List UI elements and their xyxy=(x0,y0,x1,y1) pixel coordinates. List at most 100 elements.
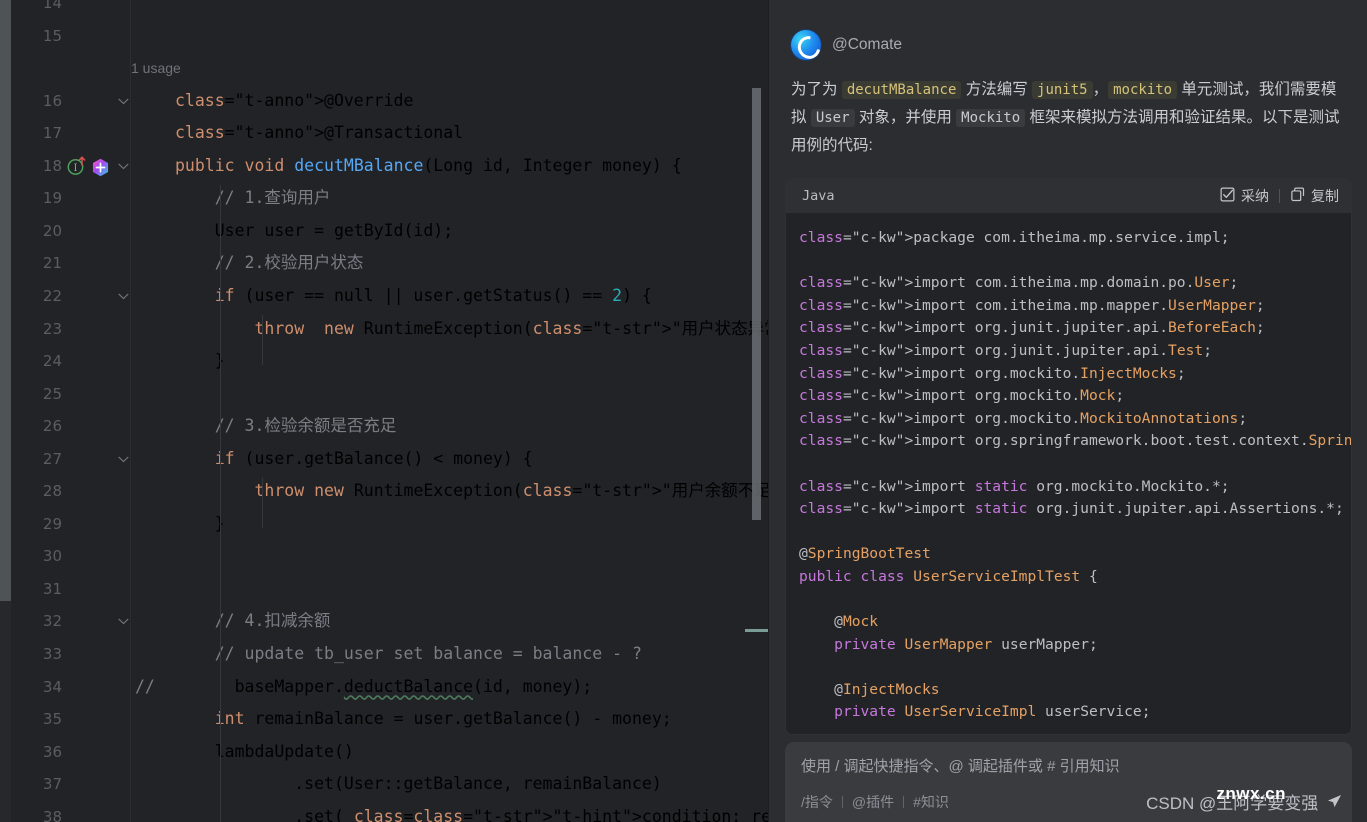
gutter-line-21[interactable]: 21 xyxy=(11,247,130,280)
gutter-line-35[interactable]: 35 xyxy=(11,703,130,736)
chip-plugin[interactable]: @插件 xyxy=(852,792,894,812)
code-line-22[interactable]: if (user == null || user.getStatus() == … xyxy=(175,280,652,313)
assistant-code-line: private UserServiceImpl userService; xyxy=(834,703,1151,721)
editor-code-area[interactable]: 1 usage class="t-anno">@Override class="t-… xyxy=(131,0,768,822)
fold-chevron-icon[interactable] xyxy=(115,605,131,638)
code-line-18[interactable]: public void decutMBalance(Long id, Integ… xyxy=(175,150,682,183)
gutter-line-17[interactable]: 17 xyxy=(11,117,130,150)
chip-command[interactable]: /指令 xyxy=(801,792,833,812)
svg-text:I: I xyxy=(74,163,78,174)
assistant-code-line xyxy=(799,453,1351,476)
code-line-19[interactable]: // 1.查询用户 xyxy=(175,182,331,215)
assistant-code-line: class="c-kw">import com.itheima.mp.mappe… xyxy=(799,296,1265,314)
code-line-23[interactable]: throw new RuntimeException(class="t-str"… xyxy=(175,313,768,346)
gutter-line-27[interactable]: 27 xyxy=(11,443,130,476)
fold-chevron-icon[interactable] xyxy=(115,150,131,183)
editor-gutter[interactable]: 14 15 16 17 18 I 19 20 21 22 23 24 25 26 27 28 29 30 31 32 3… xyxy=(11,0,130,822)
assistant-code-line xyxy=(799,656,1351,679)
send-icon[interactable] xyxy=(1327,794,1342,814)
gutter-line-28[interactable]: 28 xyxy=(11,475,130,508)
line-number: 30 xyxy=(42,547,62,566)
code-line-37[interactable]: .set(User::getBalance, remainBalance) xyxy=(175,768,662,801)
gutter-line-34[interactable]: 34 xyxy=(11,671,130,704)
gutter-line-18[interactable]: 18 I xyxy=(11,150,130,183)
gutter-line-29[interactable]: 29 xyxy=(11,508,130,541)
code-line-21[interactable]: // 2.校验用户状态 xyxy=(175,247,364,280)
assistant-code-line: class="c-kw">import org.junit.jupiter.ap… xyxy=(799,341,1212,359)
code-line-24[interactable]: } xyxy=(175,345,225,378)
gutter-line-36[interactable]: 36 xyxy=(11,736,130,769)
gutter-line-33[interactable]: 33 xyxy=(11,638,130,671)
code-line-16[interactable]: class="t-anno">@Override xyxy=(175,85,413,118)
code-line-38[interactable]: .set( class=class="t-str">"t-hint">condi… xyxy=(175,801,768,822)
gutter-line-19[interactable]: 19 xyxy=(11,182,130,215)
gutter-line-32[interactable]: 32 xyxy=(11,605,130,638)
code-line-28[interactable]: throw new RuntimeException(class="t-str"… xyxy=(175,475,768,508)
fold-chevron-icon[interactable] xyxy=(115,280,131,313)
indent-guide xyxy=(220,185,221,822)
assistant-code-line: private UserMapper userMapper; xyxy=(834,635,1098,653)
code-line-32[interactable]: // 4.扣减余额 xyxy=(175,605,331,638)
gutter-line-15[interactable]: 15 xyxy=(11,20,130,53)
code-line-36[interactable]: lambdaUpdate() xyxy=(175,736,354,769)
gutter-line-24[interactable]: 24 xyxy=(11,345,130,378)
chip-knowledge[interactable]: #知识 xyxy=(913,792,949,812)
line-number: 28 xyxy=(42,482,62,501)
chip-divider-2 xyxy=(903,796,905,808)
code-block-content[interactable]: class="c-kw">package com.itheima.mp.serv… xyxy=(786,213,1351,734)
action-divider xyxy=(1279,189,1280,203)
inline-code-token: mockito xyxy=(1108,81,1178,99)
copy-label: 复制 xyxy=(1311,188,1339,204)
gutter-line-20[interactable]: 20 xyxy=(11,215,130,248)
chat-input-placeholder[interactable]: 使用 / 调起快捷指令、@ 调起插件或 # 引用知识 xyxy=(801,755,1336,776)
gutter-line-25[interactable]: 25 xyxy=(11,378,130,411)
gutter-line-22[interactable]: 22 xyxy=(11,280,130,313)
code-line-26[interactable]: // 3.检验余额是否充足 xyxy=(175,410,397,443)
code-line-27[interactable]: if (user.getBalance() < money) { xyxy=(175,443,533,476)
code-line-33[interactable]: // update tb_user set balance = balance … xyxy=(175,638,642,671)
adopt-label: 采纳 xyxy=(1241,188,1269,204)
code-line-17[interactable]: class="t-anno">@Transactional xyxy=(175,117,463,150)
line-number: 33 xyxy=(42,645,62,663)
gutter-line-14[interactable]: 14 xyxy=(11,0,130,20)
line-number: 38 xyxy=(42,807,62,822)
chat-input-box[interactable]: 使用 / 调起快捷指令、@ 调起插件或 # 引用知识 /指令 @插件 #知识 C… xyxy=(785,742,1352,822)
code-line-34[interactable]: baseMapper.deductBalance(id, money); xyxy=(175,671,593,704)
adopt-button[interactable]: 采纳 xyxy=(1220,186,1269,206)
assistant-code-line: class="c-kw">package com.itheima.mp.serv… xyxy=(799,229,1230,246)
comate-ai-panel[interactable]: @Comate 为了为 decutMBalance 方法编写 junit5， mo… xyxy=(768,0,1367,822)
fold-chevron-icon[interactable] xyxy=(115,85,131,118)
gutter-line-38[interactable]: 38 xyxy=(11,801,130,822)
implementing-method-icon[interactable]: I xyxy=(66,155,88,177)
assistant-code-block[interactable]: Java 采纳 复制 class="c-kw">package com.ithe… xyxy=(785,178,1352,736)
gutter-line-31[interactable]: 31 xyxy=(11,573,130,606)
gutter-line-30[interactable]: 30 xyxy=(11,540,130,573)
assistant-name: @Comate xyxy=(832,36,903,53)
assistant-code-line xyxy=(799,521,1351,544)
editor-vertical-scrollbar[interactable] xyxy=(752,88,761,520)
code-block-header: Java 采纳 复制 xyxy=(786,179,1351,213)
line-number: 17 xyxy=(42,124,62,143)
editor-left-rail-thumb[interactable] xyxy=(0,0,11,601)
usage-hint[interactable]: 1 usage xyxy=(131,52,181,85)
code-line-29[interactable]: } xyxy=(175,508,225,541)
code-line-35[interactable]: int remainBalance = user.getBalance() - … xyxy=(175,703,672,736)
gutter-line-16[interactable]: 16 xyxy=(11,85,130,118)
gutter-line-37[interactable]: 37 xyxy=(11,768,130,801)
code-line-20[interactable]: User user = getById(id); xyxy=(175,215,453,248)
watermark-overlay-text: znwx.cn xyxy=(1216,784,1286,803)
copy-button[interactable]: 复制 xyxy=(1290,186,1339,206)
line-number: 19 xyxy=(42,189,62,208)
gutter-line-26[interactable]: 26 xyxy=(11,410,130,443)
gutter-line-23[interactable]: 23 xyxy=(11,313,130,346)
comate-icon[interactable] xyxy=(92,156,109,177)
assistant-code-line: class="c-kw">import static org.junit.jup… xyxy=(799,500,1344,518)
fold-chevron-icon[interactable] xyxy=(115,443,131,476)
assistant-paragraph: 为了为 decutMBalance 方法编写 junit5， mockito 单元… xyxy=(791,76,1346,160)
code-editor[interactable]: 14 15 16 17 18 I 19 20 21 22 23 24 25 26 27 28 29 30 31 32 3… xyxy=(0,0,768,822)
assistant-code-line: @SpringBootTest xyxy=(799,545,931,563)
message-header: @Comate xyxy=(769,0,1367,60)
chip-divider-1 xyxy=(841,796,843,808)
line-number: 20 xyxy=(42,221,62,240)
editor-left-rail[interactable] xyxy=(0,0,11,822)
